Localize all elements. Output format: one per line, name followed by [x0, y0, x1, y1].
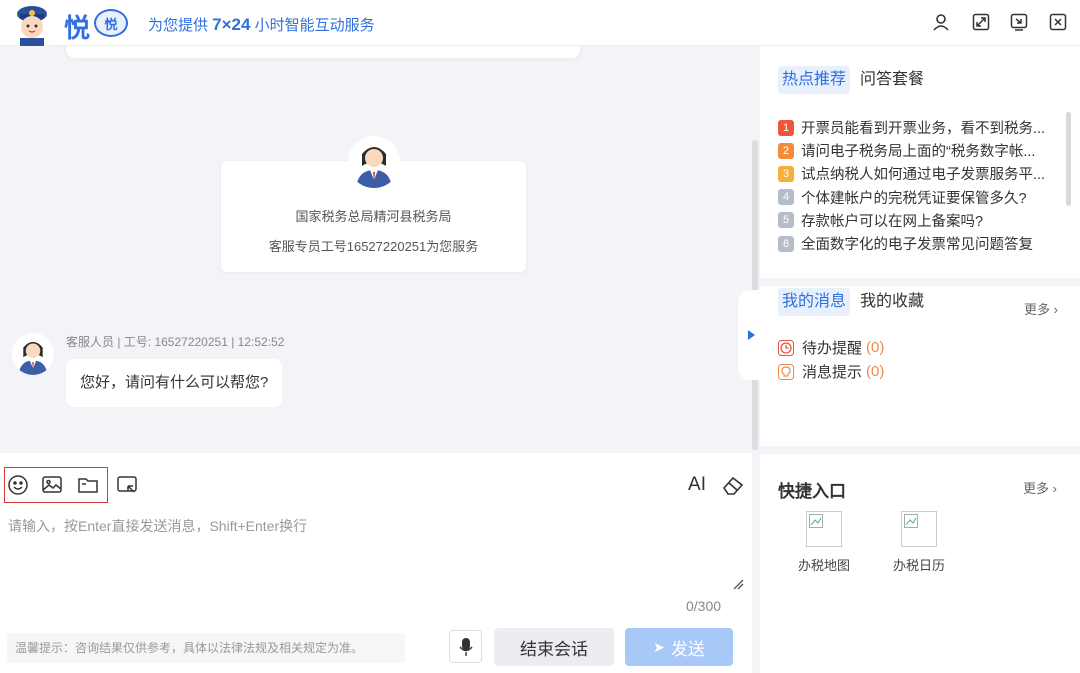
section-separator [760, 278, 1080, 286]
hot-item[interactable]: 3 试点纳税人如何通过电子发票服务平... [778, 162, 1060, 185]
bulb-icon [778, 363, 794, 380]
chat-area: 国家税务总局精河县税务局 客服专员工号16527220251为您服务 客服人员 … [0, 46, 752, 453]
message-notice-row[interactable]: 消息提示 (0) [778, 361, 884, 382]
disclaimer-tip: 温馨提示：咨询结果仅供参考，具体以法律法规及相关规定为准。 [7, 633, 405, 663]
font-size-icon[interactable]: AI [684, 473, 710, 497]
hot-list-scrollbar[interactable] [1066, 112, 1071, 206]
todo-reminder-label: 待办提醒 [802, 340, 863, 357]
message-notice-count: (0) [866, 363, 885, 380]
caret-right-icon [747, 330, 755, 340]
tagline: 为您提供 7×24 小时智能互动服务 [148, 15, 375, 34]
tab-hot[interactable]: 热点推荐 [778, 66, 851, 94]
quick-item-label: 办税地图 [797, 558, 850, 573]
message-notice-label: 消息提示 [802, 364, 863, 381]
hot-item[interactable]: 6 全面数字化的电子发票常见问题答复 [778, 232, 1060, 255]
resize-handle-icon[interactable] [732, 577, 744, 595]
hot-item[interactable]: 1 开票员能看到开票业务，看不到税务... [778, 116, 1060, 139]
previous-message-card [66, 46, 580, 58]
message-input[interactable]: 请输入，按Enter直接发送消息，Shift+Enter换行 [8, 516, 307, 536]
hot-text: 请问电子税务局上面的“税务数字帐... [801, 144, 1036, 161]
agent-intro-avatar [348, 136, 400, 188]
messages-more-link[interactable]: 更多 › [1024, 299, 1058, 318]
hot-text: 全面数字化的电子发票常见问题答复 [801, 237, 1033, 254]
hot-item[interactable]: 2 请问电子税务局上面的“税务数字帐... [778, 139, 1060, 162]
hot-text: 个体建帐户的完税凭证要保管多久? [801, 190, 1027, 207]
folder-icon[interactable] [76, 473, 100, 497]
quick-access-title: 快捷入口 [778, 482, 846, 501]
clock-icon [778, 339, 794, 356]
hot-text: 开票员能看到开票业务，看不到税务... [801, 121, 1046, 138]
brand-badge: 悦 [94, 9, 128, 37]
screenshot-icon[interactable] [115, 473, 139, 497]
hot-tabs: 热点推荐 问答套餐 [778, 66, 928, 94]
hot-item[interactable]: 5 存款帐户可以在网上备案吗? [778, 209, 1060, 232]
mascot-avatar [12, 2, 52, 46]
fullscreen-icon[interactable] [971, 12, 991, 32]
broken-image-icon [901, 511, 937, 547]
message-tabs: 我的消息 我的收藏 [778, 288, 928, 316]
send-button[interactable]: ➤ 发送 [625, 628, 733, 666]
hot-rank: 1 [778, 119, 794, 136]
tab-my-favorites[interactable]: 我的收藏 [856, 288, 928, 316]
end-session-button[interactable]: 结束会话 [494, 628, 614, 666]
close-icon[interactable] [1048, 12, 1068, 32]
hot-rank: 3 [778, 165, 794, 182]
image-icon[interactable] [40, 473, 64, 497]
emoji-icon[interactable] [6, 473, 30, 497]
hot-text: 存款帐户可以在网上备案吗? [801, 213, 984, 230]
todo-reminder-row[interactable]: 待办提醒 (0) [778, 337, 884, 358]
hot-rank: 2 [778, 142, 794, 159]
hot-item[interactable]: 4 个体建帐户的完税凭证要保管多久? [778, 186, 1060, 209]
eraser-icon[interactable] [721, 473, 745, 497]
quick-item-label: 办税日历 [892, 558, 945, 573]
send-label: 发送 [670, 639, 705, 659]
hot-rank: 6 [778, 235, 794, 252]
tab-qa-package[interactable]: 问答套餐 [856, 66, 928, 94]
hot-rank: 5 [778, 212, 794, 229]
section-separator [760, 446, 1080, 454]
message-bubble: 您好，请问有什么可以帮您? [66, 359, 283, 407]
user-icon[interactable] [931, 12, 951, 32]
header: 悦 悦 为您提供 7×24 小时智能互动服务 [0, 0, 1080, 46]
tab-my-messages[interactable]: 我的消息 [778, 288, 851, 316]
message-meta: 客服人员 | 工号: 16527220251 | 12:52:52 [66, 335, 285, 349]
broken-image-icon [806, 511, 842, 547]
quick-item-tax-map[interactable]: 办税地图 [789, 511, 859, 574]
quick-item-tax-calendar[interactable]: 办税日历 [884, 511, 954, 574]
microphone-button[interactable] [449, 630, 482, 663]
intro-office: 国家税务总局精河县税务局 [295, 209, 452, 224]
hot-list: 1 开票员能看到开票业务，看不到税务... 2 请问电子税务局上面的“税务数字帐..… [778, 116, 1060, 271]
todo-reminder-count: (0) [866, 339, 885, 356]
brand-logo: 悦 [64, 13, 91, 43]
input-area: AI 请输入，按Enter直接发送消息，Shift+Enter换行 0/300 … [0, 453, 752, 673]
send-icon: ➤ [653, 638, 665, 655]
quick-more-link[interactable]: 更多 › [1023, 478, 1057, 497]
collapse-panel-button[interactable] [738, 290, 762, 380]
hot-rank: 4 [778, 189, 794, 206]
hot-text: 试点纳税人如何通过电子发票服务平... [801, 167, 1046, 184]
right-sidebar: 热点推荐 问答套餐 1 开票员能看到开票业务，看不到税务... 2 请问电子税务局上… [760, 46, 1080, 673]
export-icon[interactable] [1009, 12, 1029, 32]
agent-avatar [12, 333, 54, 375]
char-counter: 0/300 [686, 598, 722, 614]
intro-agent-line: 客服专员工号16527220251为您服务 [268, 239, 479, 254]
